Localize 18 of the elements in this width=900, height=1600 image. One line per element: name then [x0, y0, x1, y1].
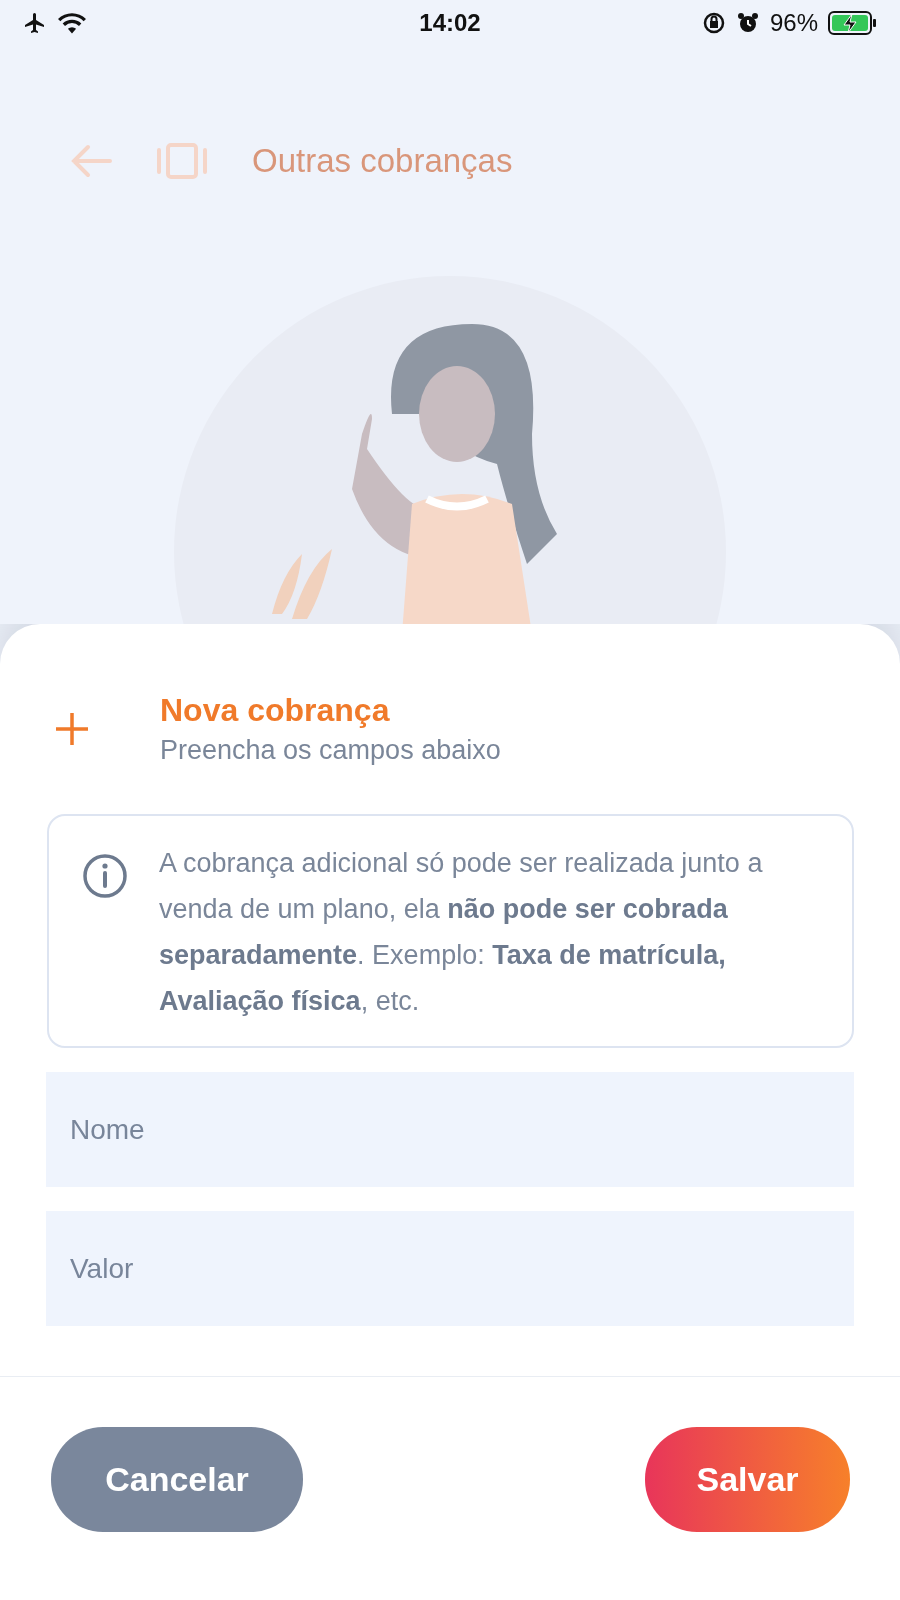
- sheet-title: Nova cobrança: [160, 692, 391, 729]
- input-field[interactable]: Valor: [46, 1211, 854, 1326]
- sheet-subtitle: Preencha os campos abaixo: [160, 735, 501, 766]
- notice-text: A cobrança adicional só pode ser realizada junto a venda de um plano, ela não pode ser cobrada separadamente. Exemplo: Taxa de matrícula, Avaliação física, etc.: [159, 847, 764, 1018]
- battery-percentage: 96%: [769, 9, 818, 37]
- save-button[interactable]: Salvar: [645, 1427, 850, 1532]
- cards-icon: [156, 143, 208, 179]
- info-icon: [81, 852, 129, 900]
- wifi-icon: [58, 12, 86, 34]
- plus-icon: [54, 711, 90, 747]
- cancel-button[interactable]: Cancelar: [51, 1427, 303, 1532]
- alarm-icon: [735, 11, 760, 35]
- input-field[interactable]: Nome: [46, 1072, 854, 1187]
- page-title: Outras cobranças: [252, 142, 513, 180]
- status-time: 14:02: [418, 9, 482, 37]
- battery-charging-icon: [828, 10, 878, 36]
- rotation-lock-icon: [701, 11, 726, 35]
- back-arrow-icon[interactable]: [70, 144, 112, 178]
